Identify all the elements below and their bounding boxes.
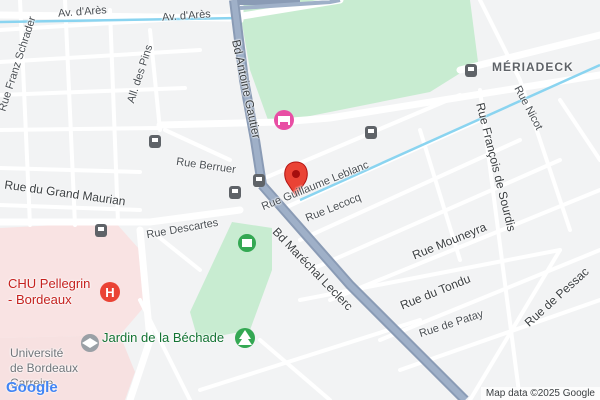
- district-label-meriadeck: MÉRIADECK: [492, 60, 574, 74]
- jardin-area: [190, 222, 272, 340]
- map-canvas[interactable]: H Av. d'Arès Av. d'Arès Rue Franz Schrad…: [0, 0, 600, 400]
- google-logo-text: Google: [6, 379, 58, 396]
- poi-universite-line2: de Bordeaux: [10, 361, 79, 375]
- playground-icon: [238, 234, 256, 252]
- svg-text:H: H: [105, 285, 114, 300]
- poi-universite-line1: Université: [10, 346, 64, 360]
- poi-chu-line1: CHU Pellegrin: [8, 276, 91, 291]
- poi-chu-pellegrin[interactable]: CHU Pellegrin - Bordeaux: [8, 276, 90, 308]
- poi-jardin-bechade[interactable]: Jardin de la Béchade: [102, 330, 224, 345]
- hospital-icon: H: [100, 282, 120, 302]
- school-icon: [81, 334, 99, 352]
- hotel-icon: [274, 110, 294, 130]
- park-icon: [235, 328, 255, 348]
- map-attribution[interactable]: Map data ©2025 Google: [480, 387, 600, 400]
- google-logo[interactable]: Google: [6, 379, 58, 396]
- poi-chu-line2: - Bordeaux: [8, 292, 72, 307]
